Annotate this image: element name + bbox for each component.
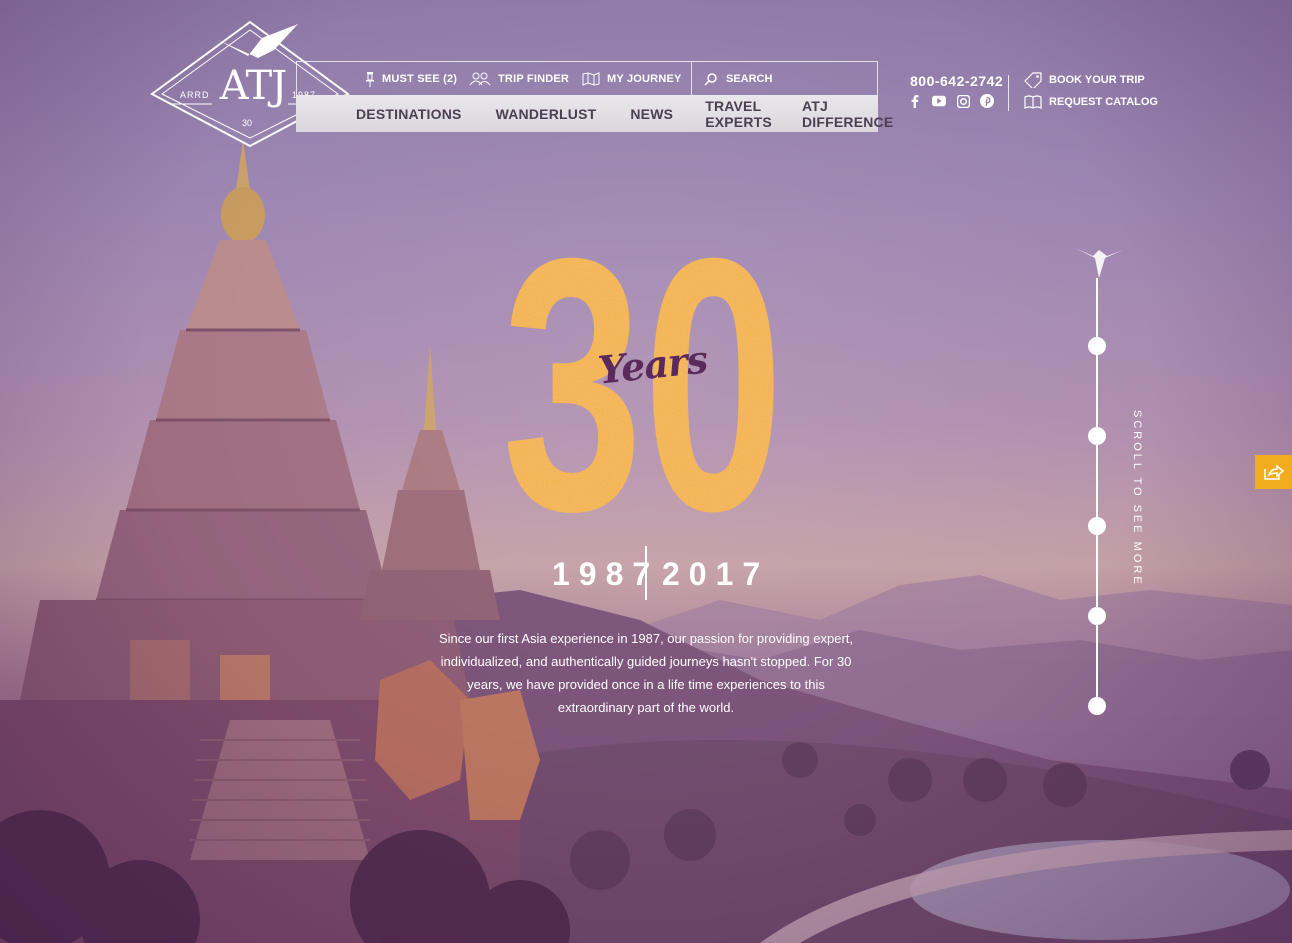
search-box [692,62,878,96]
share-icon [1263,464,1284,480]
my-journey-label: MY JOURNEY [607,73,682,85]
header-divider [1008,75,1009,111]
map-icon [582,72,600,86]
pinterest-icon[interactable] [980,94,994,108]
scroll-dot[interactable] [1088,607,1106,625]
year-end: 2017 [662,556,770,592]
trip-finder-link[interactable]: TRIP FINDER [469,62,569,96]
scroll-dot[interactable] [1088,697,1106,715]
logo-bottom-text: 30 [242,118,253,128]
book-trip-label: BOOK YOUR TRIP [1049,74,1145,86]
year-start: 1987 [552,556,660,592]
scroll-label: SCROLL TO SEE MORE [1131,410,1143,587]
book-icon [1024,95,1042,109]
youtube-icon[interactable] [932,94,946,108]
nav-wanderlust[interactable]: WANDERLUST [496,106,597,122]
logo-text: ATJ [219,63,287,109]
share-button[interactable] [1255,455,1292,489]
book-trip-link[interactable]: BOOK YOUR TRIP [1024,72,1145,88]
request-catalog-label: REQUEST CATALOG [1049,96,1158,108]
nav-news[interactable]: NEWS [630,106,673,122]
my-journey-link[interactable]: MY JOURNEY [582,62,682,96]
paper-crane-icon [1075,248,1123,278]
main-navigation: DESTINATIONS WANDERLUST NEWS TRAVEL EXPE… [296,95,893,132]
utility-bar: MUST SEE (2) TRIP FINDER MY JOURNEY [296,61,878,96]
pushpin-icon [366,72,374,87]
year-divider [645,546,647,600]
must-see-label: MUST SEE (2) [382,73,458,85]
scroll-dot[interactable] [1088,337,1106,355]
scroll-dot[interactable] [1088,427,1106,445]
tag-icon [1024,72,1042,88]
trip-finder-label: TRIP FINDER [498,73,570,85]
request-catalog-link[interactable]: REQUEST CATALOG [1024,95,1158,109]
search-icon[interactable] [704,72,718,86]
phone-number[interactable]: 800-642-2742 [910,73,1003,89]
instagram-icon[interactable] [956,94,970,108]
social-links [908,94,994,108]
hero-description: Since our first Asia experience in 1987,… [438,631,854,715]
facebook-icon[interactable] [908,94,922,108]
logo-left-text: ARRD [180,90,210,100]
nav-atj-difference[interactable]: ATJ DIFFERENCE [802,98,893,130]
people-icon [469,72,491,86]
scroll-dot[interactable] [1088,517,1106,535]
must-see-link[interactable]: MUST SEE (2) [365,62,457,96]
nav-destinations[interactable]: DESTINATIONS [356,106,462,122]
nav-travel-experts[interactable]: TRAVEL EXPERTS [705,98,772,130]
search-input[interactable] [724,72,878,86]
